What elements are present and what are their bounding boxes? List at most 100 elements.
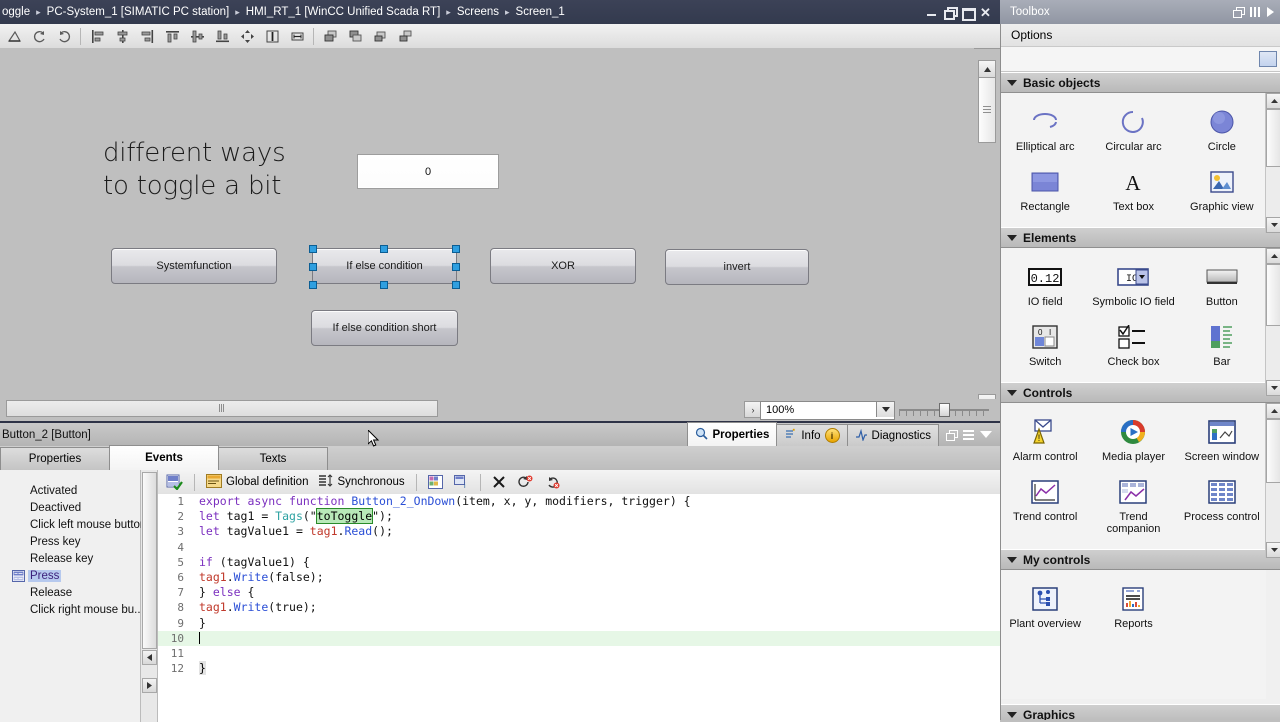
scrollbar-thumb[interactable] — [1266, 264, 1280, 326]
float-window-icon[interactable] — [1233, 7, 1245, 18]
breadcrumb-item-3[interactable]: Screens — [453, 6, 503, 18]
resize-handle-se[interactable] — [452, 281, 460, 289]
breadcrumb-item-1[interactable]: PC-System_1 [SIMATIC PC station] — [43, 6, 234, 18]
maximize-icon[interactable] — [962, 7, 976, 21]
toolbox-item-media-player[interactable]: Media player — [1089, 411, 1177, 471]
float-window-icon[interactable] — [946, 429, 958, 441]
events-list-scrollbar[interactable] — [141, 470, 158, 722]
align-left-icon[interactable] — [85, 25, 109, 48]
resize-handle-nw[interactable] — [309, 245, 317, 253]
toolbox-item-trend-control[interactable]: Trend control — [1001, 471, 1089, 543]
resize-handle-w[interactable] — [309, 263, 317, 271]
align-top-icon[interactable] — [160, 25, 184, 48]
check-script-button[interactable] — [162, 471, 187, 493]
scrollbar-thumb[interactable] — [1266, 109, 1280, 167]
collapse-right-icon[interactable] — [1267, 7, 1274, 17]
resize-handle-ne[interactable] — [452, 245, 460, 253]
reset-error-button[interactable] — [513, 471, 537, 493]
subtab-properties[interactable]: Properties — [0, 447, 110, 470]
controls-scrollbar[interactable] — [1265, 403, 1280, 558]
distribute-icon[interactable] — [235, 25, 259, 48]
subtab-events[interactable]: Events — [109, 445, 219, 470]
align-right-icon[interactable] — [135, 25, 159, 48]
section-header-basic-objects[interactable]: Basic objects — [1001, 72, 1280, 93]
event-item-click-left-mouse-button[interactable]: Click left mouse button — [0, 516, 146, 533]
toolbox-item-text-box[interactable]: A Text box — [1089, 161, 1177, 221]
event-item-click-right-mouse-button[interactable]: Click right mouse bu... — [0, 601, 144, 618]
scroll-down-icon[interactable] — [1266, 542, 1280, 558]
hmi-button-invert[interactable]: invert — [665, 249, 809, 285]
columns-icon[interactable] — [1250, 7, 1261, 17]
tag-list-button[interactable] — [424, 471, 447, 493]
event-item-press[interactable]: Press — [0, 567, 140, 584]
bring-to-front-icon[interactable] — [318, 25, 342, 48]
chevron-down-icon[interactable] — [980, 431, 992, 438]
toolbox-item-alarm-control[interactable]: ! Alarm control — [1001, 411, 1089, 471]
toolbox-item-circular-arc[interactable]: Circular arc — [1089, 101, 1177, 161]
canvas-horizontal-scrollbar[interactable] — [0, 399, 760, 418]
scrollbar-thumb[interactable] — [1266, 419, 1280, 483]
toolbox-item-trend-companion[interactable]: Trend companion — [1089, 471, 1177, 543]
scrollbar-thumb[interactable] — [142, 472, 157, 649]
toolbox-item-reports[interactable]: Reports — [1089, 578, 1177, 638]
elements-scrollbar[interactable] — [1265, 248, 1280, 396]
same-width-icon[interactable] — [285, 25, 309, 48]
scroll-up-icon[interactable] — [1266, 93, 1280, 109]
toolbox-item-process-control[interactable]: Process control — [1178, 471, 1266, 543]
toolbox-item-button[interactable]: Button — [1178, 256, 1266, 316]
toolbox-item-io-field[interactable]: 0.12 IO field — [1001, 256, 1089, 316]
scroll-left-icon[interactable] — [142, 650, 157, 665]
scroll-up-icon[interactable] — [978, 60, 996, 78]
minimize-icon[interactable] — [926, 7, 937, 18]
flip-horizontal-icon[interactable] — [27, 25, 51, 48]
toolbox-item-screen-window[interactable]: Screen window — [1178, 411, 1266, 471]
tab-properties[interactable]: Properties — [687, 422, 778, 446]
hmi-button-if-else-condition-short[interactable]: If else condition short — [311, 310, 458, 346]
toolbox-options-header[interactable]: Options — [1001, 24, 1280, 47]
event-item-release[interactable]: Release — [0, 584, 140, 601]
script-editor[interactable]: 1 export async function Button_2_OnDown(… — [158, 494, 1000, 722]
breadcrumb-item-0[interactable]: oggle — [0, 6, 34, 18]
hmi-button-if-else-condition[interactable]: If else condition — [312, 248, 457, 284]
zoom-slider-knob[interactable] — [939, 403, 950, 417]
resize-handle-n[interactable] — [380, 245, 388, 253]
toolbox-item-elliptical-arc[interactable]: Elliptical arc — [1001, 101, 1089, 161]
breadcrumb-item-4[interactable]: Screen_1 — [512, 6, 569, 18]
scroll-right-icon[interactable] — [142, 678, 157, 693]
section-header-graphics[interactable]: Graphics — [1001, 704, 1280, 720]
align-bottom-icon[interactable] — [210, 25, 234, 48]
close-icon[interactable]: ✕ — [980, 6, 991, 19]
chevron-down-icon[interactable] — [876, 401, 894, 417]
send-to-back-icon[interactable] — [343, 25, 367, 48]
scroll-down-icon[interactable] — [1266, 217, 1280, 233]
tab-info[interactable]: Info i — [776, 424, 848, 446]
event-item-activated[interactable]: Activated — [0, 482, 140, 499]
hmi-button-systemfunction[interactable]: Systemfunction — [111, 248, 277, 284]
synchronous-button[interactable]: Synchronous — [315, 471, 408, 493]
section-header-my-controls[interactable]: My controls — [1001, 549, 1280, 570]
global-definition-button[interactable]: Global definition — [202, 471, 312, 493]
screen-canvas[interactable]: different ways to toggle a bit 0 Systemf… — [0, 48, 974, 396]
scrollbar-thumb[interactable] — [6, 400, 438, 417]
hmi-button-xor[interactable]: XOR — [490, 248, 636, 284]
resize-handle-sw[interactable] — [309, 281, 317, 289]
resize-handle-s[interactable] — [380, 281, 388, 289]
scrollbar-thumb[interactable] — [978, 77, 996, 143]
toolbox-item-graphic-view[interactable]: Graphic view — [1178, 161, 1266, 221]
restore-icon[interactable] — [944, 6, 958, 20]
breadcrumb-item-2[interactable]: HMI_RT_1 [WinCC Unified Scada RT] — [242, 6, 445, 18]
io-field[interactable]: 0 — [357, 154, 499, 189]
basic-objects-scrollbar[interactable] — [1265, 93, 1280, 233]
canvas-vertical-scrollbar[interactable] — [978, 60, 996, 412]
resize-handle-e[interactable] — [452, 263, 460, 271]
section-header-elements[interactable]: Elements — [1001, 227, 1280, 248]
reset-all-button[interactable] — [540, 471, 564, 493]
rows-icon[interactable] — [963, 429, 974, 440]
zoom-slider[interactable] — [899, 402, 989, 418]
align-middle-vertical-icon[interactable] — [185, 25, 209, 48]
bring-forward-icon[interactable] — [368, 25, 392, 48]
events-list[interactable]: Activated Deactived Click left mouse but… — [0, 470, 146, 722]
flip-vertical-icon[interactable] — [52, 25, 76, 48]
same-height-icon[interactable] — [260, 25, 284, 48]
scroll-down-icon[interactable] — [1266, 380, 1280, 396]
